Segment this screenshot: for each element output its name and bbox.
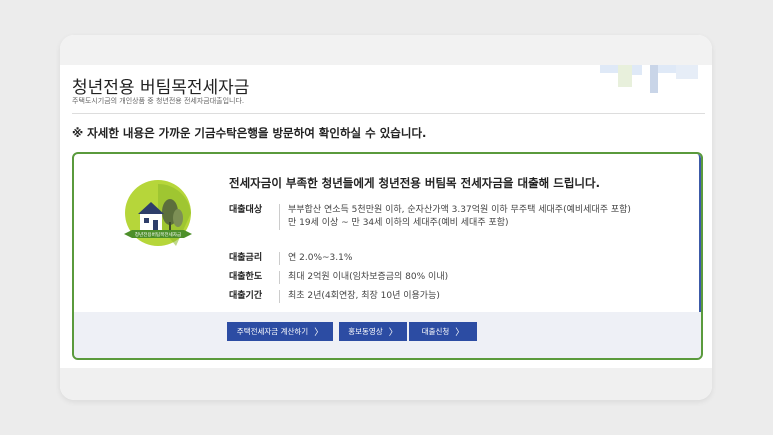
chevron-right-icon: 〉 [455,328,465,338]
info-key: 대출한도 [229,272,263,282]
info-row-rate: 대출금리 연 2.0%~3.1% [229,252,678,265]
calculate-loan-button[interactable]: 주택전세자금 계산하기 〉 [227,322,333,341]
decorative-block [632,65,642,75]
info-value: 최대 2억원 이내(임차보증금의 80% 이내) [279,271,678,284]
house-logo-icon: 청년전용버팀목전세자금 [124,180,192,246]
product-info-box: 청년전용버팀목전세자금 전세자금이 부족한 청년들에게 청년전용 버팀목 전세자… [72,152,703,360]
info-value-line: 부부합산 연소득 5천만원 이하, 순자산가액 3.37억원 이하 무주택 세대… [288,205,631,215]
info-row-period: 대출기간 최초 2년(4회연장, 최장 10년 이용가능) [229,290,678,303]
notice-text: ※ 자세한 내용은 가까운 기금수탁은행을 방문하여 확인하실 수 있습니다. [72,126,427,140]
chevron-right-icon: 〉 [388,328,398,338]
info-key: 대출금리 [229,253,263,263]
info-key: 대출대상 [229,205,263,215]
calculate-loan-label: 주택전세자금 계산하기 [236,327,309,336]
decorative-block [658,65,676,73]
apply-loan-label: 대출신청 [421,327,450,336]
product-headline: 전세자금이 부족한 청년들에게 청년전용 버팀목 전세자금을 대출해 드립니다. [229,176,600,190]
info-key: 대출기간 [229,291,263,301]
card-bottom-bar [60,368,712,400]
divider [72,113,705,114]
page-subtitle: 주택도시기금의 개인상품 중 청년전용 전세자금대출입니다. [72,97,245,105]
info-value-line: 만 19세 이상 ~ 만 34세 이하의 세대주(예비 세대주 포함) [288,218,509,228]
decorative-block [650,65,658,93]
info-row-target: 대출대상 부부합산 연소득 5천만원 이하, 순자산가액 3.37억원 이하 무… [229,204,678,230]
promo-video-button[interactable]: 홍보동영상 〉 [339,322,407,341]
info-row-limit: 대출한도 최대 2억원 이내(임차보증금의 80% 이내) [229,271,678,284]
info-value: 부부합산 연소득 5천만원 이하, 순자산가액 3.37억원 이하 무주택 세대… [279,204,678,230]
apply-loan-button[interactable]: 대출신청 〉 [409,322,477,341]
info-value: 최초 2년(4회연장, 최장 10년 이용가능) [279,290,678,303]
promo-video-label: 홍보동영상 [348,327,383,336]
card-top-bar [60,35,712,65]
info-value: 연 2.0%~3.1% [279,252,678,265]
button-area: 주택전세자금 계산하기 〉 홍보동영상 〉 대출신청 〉 [74,312,701,358]
product-card: 청년전용 버팀목전세자금 주택도시기금의 개인상품 중 청년전용 전세자금대출입… [60,35,712,400]
logo-banner-text: 청년전용버팀목전세자금 [135,231,182,238]
page-title: 청년전용 버팀목전세자금 [72,78,250,98]
decorative-block [618,65,632,87]
decorative-block [676,65,698,79]
chevron-right-icon: 〉 [314,328,324,338]
